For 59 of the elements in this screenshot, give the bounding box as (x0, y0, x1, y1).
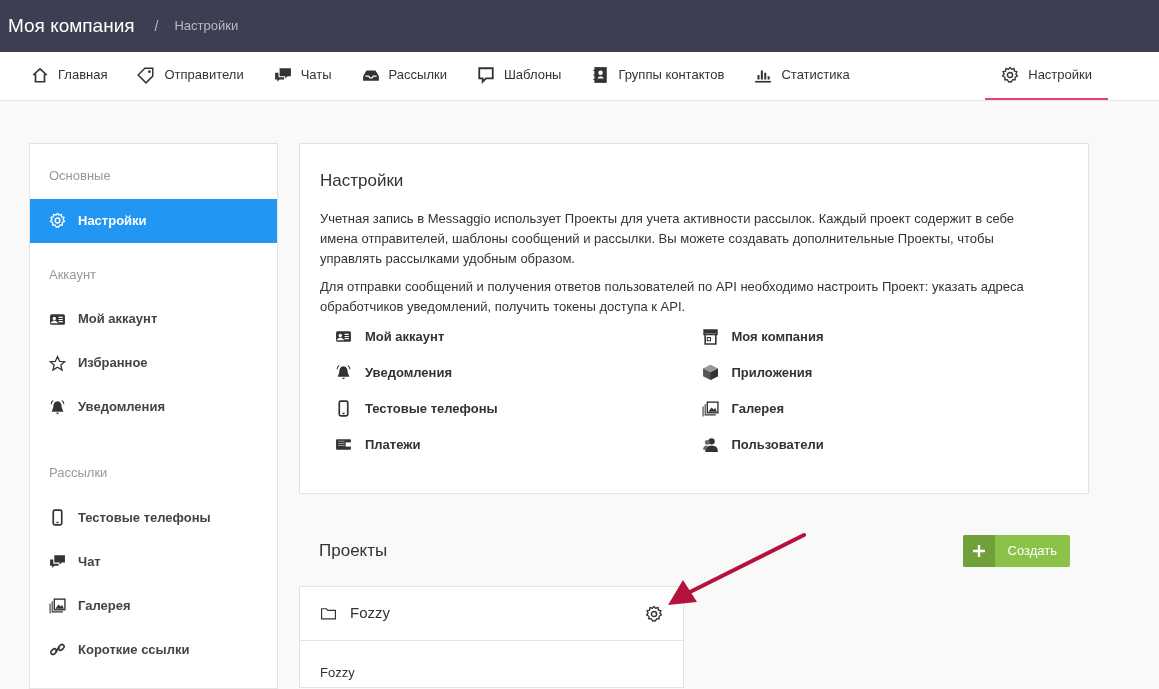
breadcrumb-separator: / (154, 16, 159, 36)
phone-icon (49, 509, 66, 526)
company-title: Моя компания (8, 13, 135, 38)
project-description: Fozzy (319, 664, 356, 682)
nav-tab[interactable]: Статистика (745, 52, 859, 100)
sidebar-heading: Рассылки (48, 464, 109, 482)
sidebar-item[interactable]: Чат (30, 539, 277, 584)
settings-button[interactable] (645, 604, 663, 623)
tag-icon (137, 66, 156, 84)
nav-tab[interactable]: Группы контактов (582, 52, 734, 100)
bell-icon (335, 364, 352, 381)
nav-tab[interactable]: Главная (22, 52, 117, 100)
chat-icon (273, 66, 292, 84)
card-title: Настройки (320, 170, 405, 192)
speech-bubble-icon (476, 66, 495, 84)
sidebar-heading: Основные (48, 167, 112, 185)
settings-icon (1001, 66, 1020, 84)
settings-link[interactable]: Галерея (701, 398, 784, 419)
nav-tab[interactable]: Отправители (128, 52, 253, 100)
settings-link[interactable]: Пользователи (701, 434, 824, 455)
id-card-icon (335, 328, 352, 345)
nav-tab[interactable]: Настройки (985, 52, 1108, 100)
star-icon (49, 354, 66, 372)
settings-link[interactable]: Тестовые телефоны (335, 398, 498, 419)
sidebar-item[interactable]: Короткие ссылки (30, 627, 277, 672)
folder-icon (320, 605, 337, 622)
link-icon (49, 641, 66, 658)
nav-tab[interactable]: Шаблоны (467, 52, 571, 100)
nav-tab[interactable]: Чаты (264, 52, 341, 100)
settings-icon (49, 212, 66, 229)
sidebar-item[interactable]: Мой аккаунт (30, 297, 277, 341)
chat-icon (49, 553, 66, 570)
settings-link[interactable]: Платежи (335, 434, 421, 455)
settings-link[interactable]: Мой аккаунт (335, 326, 445, 347)
store-icon (701, 328, 719, 345)
gallery-icon (49, 597, 66, 614)
sidebar-heading: Аккаунт (48, 265, 98, 284)
sidebar-item[interactable]: Тестовые телефоны (30, 495, 277, 540)
paragraph: Для отправки сообщений и получения ответов пользователей по API необходимо настроить Проект: указать адреса обработчиков уведомлений, получить токены доступа к API. (320, 277, 1025, 316)
home-icon (31, 66, 49, 84)
contact-book-icon (591, 66, 610, 84)
plus-icon (962, 535, 995, 567)
wallet-icon (335, 436, 352, 453)
nav-tab[interactable]: Рассылки (352, 52, 456, 100)
bell-icon (49, 398, 66, 416)
sidebar-item[interactable]: Уведомления (30, 385, 277, 429)
cube-icon (701, 364, 719, 381)
sidebar-item[interactable]: Избранное (30, 341, 277, 385)
settings-link[interactable]: Уведомления (335, 362, 453, 383)
project-name[interactable]: Fozzy (350, 602, 632, 625)
sidebar-item[interactable]: Галерея (30, 583, 277, 628)
settings-link[interactable]: Моя компания (701, 326, 824, 347)
paragraph: Учетная запись в Messaggio использует Проекты для учета активности рассылок. Каждый проект содержит в себе имена отправителей, шаблоны сообщений и рассылки. Вы можете создавать дополнительные Проекты, чтобы управлять рассылками удобным образом. (320, 209, 1015, 268)
section-title: Проекты (319, 540, 388, 563)
gallery-icon (701, 400, 719, 417)
breadcrumb-current: Настройки (174, 17, 239, 36)
settings-link[interactable]: Приложения (701, 362, 813, 383)
phone-icon (335, 400, 352, 417)
users-icon (701, 436, 719, 453)
